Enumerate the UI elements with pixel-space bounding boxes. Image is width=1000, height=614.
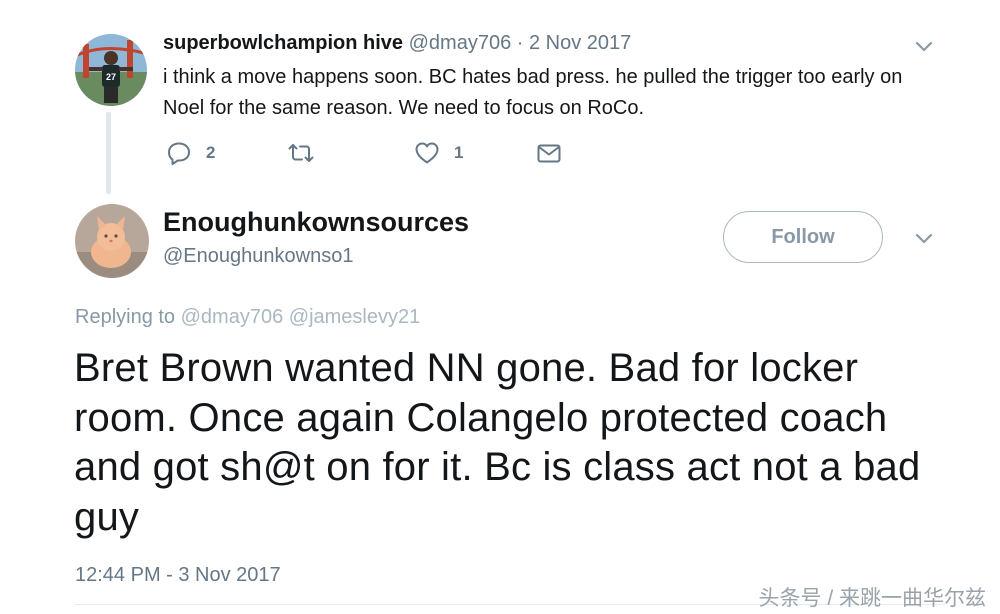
follow-button[interactable]: Follow <box>723 211 883 263</box>
watermark: 头条号 / 来跳一曲华尔兹 <box>758 587 986 610</box>
like-count: 1 <box>454 143 464 162</box>
avatar-photo: 27 <box>75 34 147 106</box>
reply-author-name[interactable]: superbowlchampion hive <box>163 32 403 54</box>
retweet-icon <box>288 144 314 162</box>
direct-message-button[interactable] <box>536 140 562 166</box>
author-name[interactable]: Enoughunkownsources <box>163 207 469 238</box>
tweet-timestamp[interactable]: 12:44 PM - 3 Nov 2017 <box>75 564 281 587</box>
reply-tweet-text: i think a move happens soon. BC hates ba… <box>163 66 903 119</box>
reply-button[interactable]: 2 <box>166 140 215 166</box>
reply-author-handle[interactable]: @dmay706 <box>409 32 512 54</box>
reply-separator: · <box>516 32 524 54</box>
avatar-photo <box>75 204 149 278</box>
avatar[interactable]: 27 <box>75 34 147 106</box>
heart-icon <box>415 142 439 164</box>
chevron-down-icon[interactable] <box>914 228 934 248</box>
like-button[interactable]: 1 <box>414 140 463 166</box>
chevron-down-icon[interactable] <box>914 36 934 56</box>
svg-text:27: 27 <box>106 72 116 82</box>
thread-line <box>106 112 111 194</box>
replying-to-mentions[interactable]: @dmay706 @jameslevy21 <box>181 306 421 328</box>
reply-icon <box>168 142 190 165</box>
reply-date[interactable]: 2 Nov 2017 <box>529 32 631 54</box>
avatar[interactable] <box>75 204 149 278</box>
retweet-button[interactable] <box>288 140 328 166</box>
main-tweet-text: Bret Brown wanted NN gone. Bad for locke… <box>74 346 921 539</box>
replying-to: Replying to @dmay706 @jameslevy21 <box>75 306 420 329</box>
replying-to-label: Replying to <box>75 306 176 328</box>
author-handle[interactable]: @Enoughunkownso1 <box>163 245 353 268</box>
message-icon <box>537 144 561 163</box>
reply-count: 2 <box>206 143 216 162</box>
reply-header: superbowlchampion hive @dmay706 · 2 Nov … <box>163 32 631 55</box>
